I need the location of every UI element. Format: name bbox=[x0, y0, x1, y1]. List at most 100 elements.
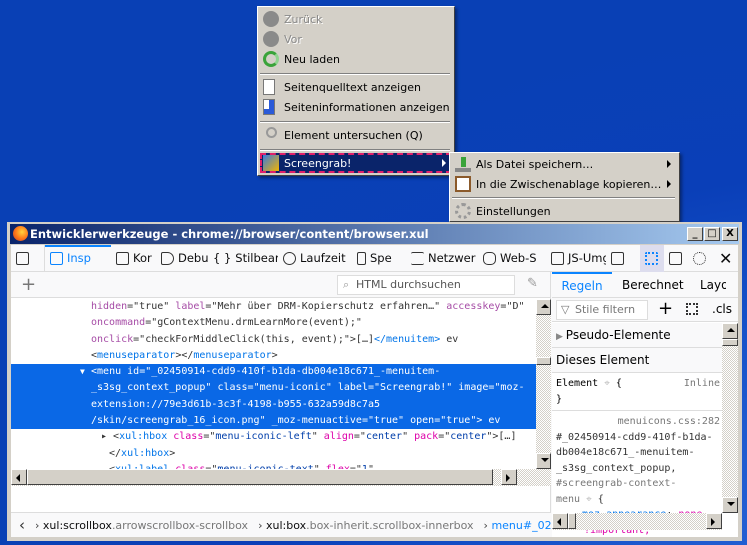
element-picker-button[interactable] bbox=[11, 244, 45, 272]
tab-debugger[interactable]: Debu bbox=[156, 245, 208, 272]
scroll-up-button[interactable] bbox=[536, 299, 551, 315]
menu-separator bbox=[260, 149, 450, 151]
dock-options-button[interactable] bbox=[606, 245, 640, 272]
add-node-button[interactable]: + bbox=[21, 274, 36, 295]
markup-token: id bbox=[127, 366, 140, 378]
menu-item-screengrab[interactable]: Screengrab! bbox=[260, 153, 452, 173]
markup-line[interactable]: ▸ <xul:hbox class="menu-iconic-left" ali… bbox=[11, 429, 536, 445]
menu-item-forward[interactable]: Vor bbox=[260, 29, 452, 49]
scroll-thumb[interactable] bbox=[536, 357, 551, 365]
markup-line[interactable]: <xul:label class="menu-iconic-text" flex… bbox=[11, 462, 536, 469]
markup-token: xul:hbox bbox=[121, 447, 170, 459]
markup-line-selected[interactable]: _s3sg_context_popup" class="menu-iconic"… bbox=[11, 380, 536, 397]
markup-vertical-scrollbar[interactable] bbox=[536, 299, 551, 469]
tab-computed[interactable]: Berechnet bbox=[622, 272, 684, 298]
breadcrumb-item-active[interactable]: › menu#_024509 bbox=[484, 519, 551, 532]
menu-item-page-info[interactable]: Seiteninformationen anzeigen bbox=[260, 97, 452, 117]
markup-token: oncommand bbox=[91, 317, 146, 329]
close-icon: ✕ bbox=[719, 248, 733, 268]
scroll-left-button[interactable] bbox=[11, 469, 27, 485]
menu-item-view-source[interactable]: Seitenquelltext anzeigen bbox=[260, 77, 452, 97]
tab-performance[interactable]: Laufzeit bbox=[278, 245, 352, 272]
add-rule-button[interactable]: + bbox=[658, 298, 673, 319]
maximize-button[interactable]: □ bbox=[704, 227, 720, 241]
page-source-icon bbox=[263, 79, 275, 95]
markup-token: ev bbox=[482, 415, 501, 427]
split-panel-button[interactable] bbox=[640, 244, 664, 272]
tab-memory[interactable]: Spe bbox=[352, 245, 406, 272]
markup-line[interactable]: <menuseparator></menuseparator> bbox=[11, 348, 536, 364]
markup-token: </menuitem> bbox=[373, 333, 441, 345]
breadcrumb-back-icon[interactable]: ‹ bbox=[19, 516, 25, 534]
markup-line[interactable]: </xul:hbox> bbox=[11, 446, 536, 462]
markup-line-selected[interactable]: extension://79e3d61b-3c3f-4198-b955-632a… bbox=[11, 396, 536, 414]
scroll-thumb[interactable] bbox=[568, 513, 576, 529]
markup-token: ="checkForMiddleClick(this, event);"> bbox=[133, 333, 356, 345]
tab-scratchpad[interactable]: JS-Umg bbox=[546, 245, 606, 272]
markup-token: menuseparator bbox=[193, 349, 272, 361]
menu-item-copy-clipboard[interactable]: In die Zwischenablage kopieren… bbox=[452, 174, 677, 194]
breadcrumb-item[interactable]: › xul:box.box-inherit.scrollbox-innerbox bbox=[258, 519, 473, 532]
tab-storage[interactable]: Web-S bbox=[478, 245, 546, 272]
tab-style-editor[interactable]: { } Stilbear bbox=[208, 245, 278, 272]
scroll-thumb[interactable] bbox=[722, 339, 738, 346]
tab-layout[interactable]: Layo bbox=[700, 272, 726, 298]
scroll-up-button[interactable] bbox=[722, 323, 738, 339]
tab-rules[interactable]: Regeln bbox=[552, 272, 612, 298]
menu-item-inspect[interactable]: Element untersuchen (Q) bbox=[260, 125, 452, 145]
filter-styles-input[interactable]: ▽ Stile filtern bbox=[556, 300, 648, 320]
scroll-left-button[interactable] bbox=[552, 513, 568, 529]
tab-network[interactable]: Netzwer bbox=[406, 245, 478, 272]
node-highlight-icon[interactable]: ⌖ bbox=[604, 378, 610, 389]
breadcrumb-item[interactable]: › xul:scrollbox.arrowscrollbox-scrollbox bbox=[35, 519, 248, 532]
markup-token: </ bbox=[109, 447, 122, 459]
inspector-icon bbox=[50, 251, 63, 265]
title-bar: Entwicklerwerkzeuge - chrome://browser/c… bbox=[10, 224, 739, 244]
minimize-button[interactable]: _ bbox=[687, 227, 703, 241]
rules-horizontal-scrollbar[interactable] bbox=[552, 513, 722, 530]
node-highlight-icon[interactable]: ⌖ bbox=[586, 494, 592, 505]
scroll-thumb[interactable] bbox=[27, 469, 493, 485]
collapse-arrow-icon[interactable]: ▼ bbox=[80, 364, 85, 380]
scroll-down-button[interactable] bbox=[722, 497, 738, 513]
scroll-right-button[interactable] bbox=[501, 469, 517, 485]
submenu-arrow-icon bbox=[442, 159, 446, 167]
menu-item-reload[interactable]: Neu laden bbox=[260, 49, 452, 69]
markup-token: ▸ < bbox=[101, 431, 120, 443]
menu-separator bbox=[260, 121, 450, 123]
markup-token: ="menu-iconic" bbox=[247, 382, 338, 394]
element-picker-icon bbox=[16, 251, 29, 265]
pseudo-elements-toggle[interactable]: ▶ Pseudo-Elemente bbox=[552, 323, 722, 348]
performance-icon bbox=[283, 251, 296, 265]
markup-horizontal-scrollbar[interactable] bbox=[11, 469, 551, 486]
menu-item-back[interactable]: Zurück bbox=[260, 9, 452, 29]
markup-token: class bbox=[173, 431, 204, 443]
close-toolbox-button[interactable]: ✕ bbox=[714, 245, 738, 272]
rule-source-link[interactable]: menuicons.css:282 bbox=[556, 414, 720, 430]
toolbox-tabs: Insp Kor Debu { } Stilbear Laufzeit Spe N… bbox=[11, 244, 738, 272]
cls-button[interactable]: .cls bbox=[712, 302, 732, 316]
tab-console[interactable]: Kor bbox=[111, 245, 156, 272]
menu-item-save-file[interactable]: Als Datei speichern… bbox=[452, 154, 677, 174]
html-search-input[interactable]: ⌕ HTML durchsuchen bbox=[337, 275, 515, 295]
split-console-button[interactable] bbox=[664, 245, 688, 272]
markup-line-selected[interactable]: ▼ <menu id="_02450914-cdd9-410f-b1da-db00… bbox=[11, 364, 536, 381]
markup-line[interactable]: oncommand="gContextMenu.drmLearnMore(eve… bbox=[11, 315, 536, 331]
eyedropper-icon[interactable]: ✎ bbox=[527, 276, 538, 291]
markup-token: image bbox=[458, 382, 489, 394]
menu-item-settings[interactable]: Einstellungen bbox=[452, 201, 677, 221]
markup-line[interactable]: hidden="true" label="Mehr über DRM-Kopie… bbox=[11, 299, 536, 315]
markup-line[interactable]: onclick="checkForMiddleClick(this, event… bbox=[11, 332, 536, 348]
scroll-right-button[interactable] bbox=[706, 513, 722, 529]
scroll-down-button[interactable] bbox=[536, 453, 551, 469]
this-element-header: Dieses Element bbox=[552, 348, 722, 373]
tab-inspector[interactable]: Insp bbox=[45, 244, 111, 272]
markup-token: center bbox=[450, 431, 487, 443]
toggle-pseudo-class-button[interactable] bbox=[686, 303, 698, 315]
close-window-button[interactable]: X bbox=[722, 227, 738, 241]
rules-vertical-scrollbar[interactable] bbox=[722, 323, 738, 513]
settings-button[interactable] bbox=[688, 245, 714, 272]
markup-tree[interactable]: hidden="true" label="Mehr über DRM-Kopie… bbox=[11, 299, 536, 469]
markup-line-selected[interactable]: /skin/screengrab_16_icon.png" _moz-menua… bbox=[11, 413, 536, 430]
markup-token: label bbox=[337, 382, 368, 394]
